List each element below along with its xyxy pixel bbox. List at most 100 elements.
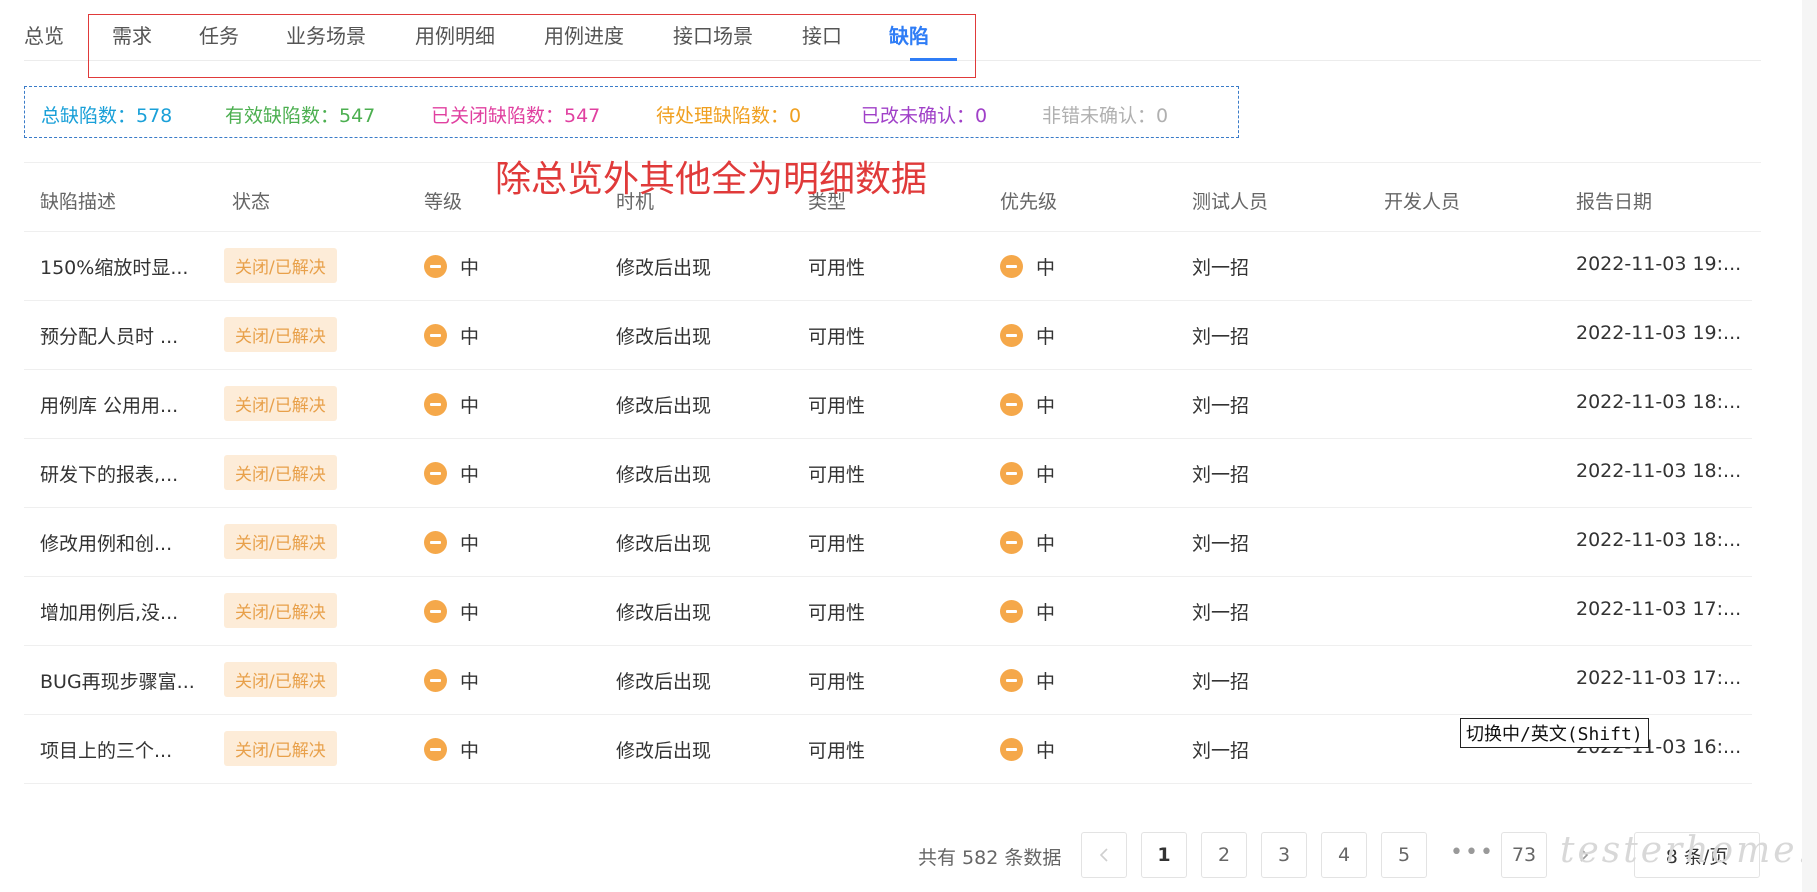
column-header-description[interactable]: 缺陷描述 (40, 187, 116, 214)
pagination-total: 共有 582 条数据 (918, 847, 1062, 869)
cell-description[interactable]: BUG再现步骤富... (40, 667, 195, 694)
pagination-page-2[interactable]: 2 (1201, 832, 1247, 878)
cell-level: 中 (424, 322, 479, 349)
cell-level: 中 (424, 253, 479, 280)
summary-nonerror-unconfirmed: 非错未确认：0 (1042, 105, 1169, 127)
priority-text: 中 (1036, 533, 1056, 555)
column-header-report-date[interactable]: 报告日期 (1576, 187, 1652, 214)
cell-tester: 刘一招 (1192, 533, 1250, 555)
cell-type: 可用性 (808, 671, 866, 693)
status-badge: 关闭/已解决 (224, 317, 337, 352)
minus-circle-icon (1000, 531, 1023, 554)
page-scrollbar[interactable] (1802, 0, 1817, 892)
cell-level: 中 (424, 391, 479, 418)
table-row[interactable]: 增加用例后,没... 关闭/已解决 中 修改后出现 可用性 中 刘一招 2022-11-03 … (24, 576, 1752, 646)
level-text: 中 (460, 326, 480, 348)
minus-circle-icon (1000, 738, 1023, 761)
priority-text: 中 (1036, 464, 1056, 486)
chevron-left-icon (1099, 848, 1108, 862)
cell-description[interactable]: 增加用例后,没... (40, 598, 178, 625)
cell-description[interactable]: 研发下的报表,... (40, 460, 178, 487)
cell-type: 可用性 (808, 257, 866, 279)
cell-description[interactable]: 用例库 公用用... (40, 391, 178, 418)
cell-tester: 刘一招 (1192, 740, 1250, 762)
minus-circle-icon (424, 255, 447, 278)
minus-circle-icon (424, 531, 447, 554)
cell-timing: 修改后出现 (616, 533, 712, 555)
watermark: testerhome.com (1560, 830, 1817, 871)
table-row[interactable]: 研发下的报表,... 关闭/已解决 中 修改后出现 可用性 中 刘一招 2022-11-03 … (24, 438, 1752, 508)
minus-circle-icon (1000, 324, 1023, 347)
minus-circle-icon (1000, 393, 1023, 416)
status-badge: 关闭/已解决 (224, 731, 337, 766)
cell-timing: 修改后出现 (616, 740, 712, 762)
cell-description[interactable]: 项目上的三个... (40, 736, 172, 763)
pagination-page-last[interactable]: 73 (1501, 832, 1547, 878)
column-header-developer[interactable]: 开发人员 (1384, 187, 1460, 214)
priority-text: 中 (1036, 326, 1056, 348)
pagination-page-4[interactable]: 4 (1321, 832, 1367, 878)
cell-tester: 刘一招 (1192, 602, 1250, 624)
cell-timing: 修改后出现 (616, 257, 712, 279)
level-text: 中 (460, 671, 480, 693)
summary-pending-defects: 待处理缺陷数：0 (656, 105, 802, 127)
column-header-status[interactable]: 状态 (232, 187, 270, 214)
minus-circle-icon (424, 393, 447, 416)
status-badge: 关闭/已解决 (224, 386, 337, 421)
cell-level: 中 (424, 529, 479, 556)
cell-priority: 中 (1000, 667, 1055, 694)
table-row[interactable]: 预分配人员时 ... 关闭/已解决 中 修改后出现 可用性 中 刘一招 2022-11-03 … (24, 300, 1752, 370)
cell-level: 中 (424, 598, 479, 625)
cell-report-date: 2022-11-03 18:... (1576, 391, 1742, 413)
cell-timing: 修改后出现 (616, 326, 712, 348)
status-badge: 关闭/已解决 (224, 248, 337, 283)
priority-text: 中 (1036, 257, 1056, 279)
table-row[interactable]: BUG再现步骤富... 关闭/已解决 中 修改后出现 可用性 中 刘一招 2022-11-03… (24, 645, 1752, 715)
minus-circle-icon (424, 600, 447, 623)
priority-text: 中 (1036, 395, 1056, 417)
tab-overview[interactable]: 总览 (24, 20, 64, 49)
summary-total-defects: 总缺陷数：578 (41, 105, 173, 127)
cell-description[interactable]: 修改用例和创... (40, 529, 172, 556)
level-text: 中 (460, 257, 480, 279)
table-row[interactable]: 用例库 公用用... 关闭/已解决 中 修改后出现 可用性 中 刘一招 2022-11-03 … (24, 369, 1752, 439)
pagination-page-5[interactable]: 5 (1381, 832, 1427, 878)
column-header-priority[interactable]: 优先级 (1000, 187, 1057, 214)
cell-description[interactable]: 预分配人员时 ... (40, 322, 178, 349)
table-row[interactable]: 150%缩放时显... 关闭/已解决 中 修改后出现 可用性 中 刘一招 2022-11-03… (24, 231, 1752, 301)
annotation-note: 除总览外其他全为明细数据 (495, 159, 928, 200)
status-badge: 关闭/已解决 (224, 662, 337, 697)
status-badge: 关闭/已解决 (224, 455, 337, 490)
cell-type: 可用性 (808, 326, 866, 348)
column-header-tester[interactable]: 测试人员 (1192, 187, 1268, 214)
minus-circle-icon (424, 669, 447, 692)
level-text: 中 (460, 602, 480, 624)
pagination-page-1[interactable]: 1 (1141, 832, 1187, 878)
minus-circle-icon (1000, 462, 1023, 485)
level-text: 中 (460, 533, 480, 555)
pagination-ellipsis[interactable]: ••• (1450, 840, 1495, 865)
cell-timing: 修改后出现 (616, 671, 712, 693)
cell-report-date: 2022-11-03 19:... (1576, 322, 1742, 344)
cell-priority: 中 (1000, 391, 1055, 418)
column-header-level[interactable]: 等级 (424, 187, 462, 214)
priority-text: 中 (1036, 740, 1056, 762)
cell-description[interactable]: 150%缩放时显... (40, 253, 188, 280)
cell-report-date: 2022-11-03 17:... (1576, 598, 1742, 620)
cell-timing: 修改后出现 (616, 464, 712, 486)
level-text: 中 (460, 740, 480, 762)
table-row[interactable]: 修改用例和创... 关闭/已解决 中 修改后出现 可用性 中 刘一招 2022-11-03 1… (24, 507, 1752, 577)
cell-tester: 刘一招 (1192, 257, 1250, 279)
level-text: 中 (460, 395, 480, 417)
ime-tooltip: 切换中/英文(Shift) (1460, 718, 1649, 748)
cell-type: 可用性 (808, 533, 866, 555)
cell-type: 可用性 (808, 395, 866, 417)
pagination-page-3[interactable]: 3 (1261, 832, 1307, 878)
priority-text: 中 (1036, 602, 1056, 624)
status-badge: 关闭/已解决 (224, 524, 337, 559)
cell-timing: 修改后出现 (616, 395, 712, 417)
minus-circle-icon (1000, 255, 1023, 278)
pagination-prev-button[interactable] (1081, 832, 1127, 878)
cell-report-date: 2022-11-03 17:... (1576, 667, 1742, 689)
summary-fixed-unconfirmed: 已改未确认：0 (861, 105, 988, 127)
